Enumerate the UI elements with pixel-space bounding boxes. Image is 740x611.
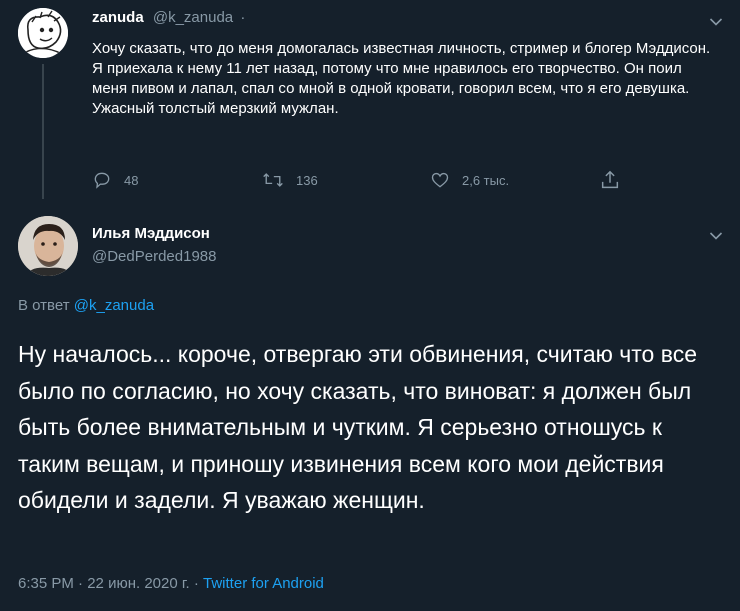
separator-dot: ·	[78, 575, 84, 592]
tweet-source-link[interactable]: Twitter for Android	[203, 575, 324, 592]
avatar[interactable]	[18, 8, 68, 58]
reply-context: В ответ @k_zanuda	[18, 297, 154, 314]
retweet-count: 136	[296, 172, 318, 188]
avatar-photo	[18, 216, 78, 276]
reply-handle-link[interactable]: @k_zanuda	[74, 297, 154, 314]
retweet-button[interactable]: 136	[262, 170, 318, 190]
tweet-meta: 6:35 PM · 22 июн. 2020 г. · Twitter for …	[18, 575, 324, 592]
share-icon	[601, 170, 619, 189]
avatar[interactable]	[18, 216, 78, 276]
like-count: 2,6 тыс.	[462, 172, 510, 188]
separator-dot: ·	[240, 9, 246, 26]
like-icon	[431, 172, 449, 188]
chevron-down-icon[interactable]	[709, 14, 723, 32]
handle[interactable]: @k_zanuda	[153, 9, 233, 26]
display-name[interactable]: zanuda	[92, 9, 144, 26]
share-button[interactable]	[599, 169, 621, 191]
display-name[interactable]: Илья Мэддисон	[92, 225, 210, 242]
tweet-date[interactable]: 22 июн. 2020 г.	[87, 575, 189, 592]
separator-dot: ·	[193, 575, 199, 592]
avatar-drawing	[18, 8, 68, 58]
chevron-down-icon[interactable]	[709, 228, 723, 246]
tweet-time[interactable]: 6:35 PM	[18, 575, 74, 592]
tweet-text: Ну началось... короче, отвергаю эти обви…	[18, 341, 697, 513]
reply-button[interactable]: 48	[92, 170, 138, 190]
reply-icon	[94, 172, 110, 189]
tweet-text: Хочу сказать, что до меня домогалась изв…	[92, 40, 711, 117]
retweet-icon	[263, 173, 283, 187]
thread-line	[42, 64, 44, 199]
tweet-header: zanuda @k_zanuda ·	[92, 9, 245, 26]
reply-prefix: В ответ	[18, 297, 70, 314]
like-button[interactable]: 2,6 тыс.	[430, 170, 509, 190]
reply-count: 48	[124, 172, 139, 188]
handle[interactable]: @DedPerded1988	[92, 248, 216, 265]
